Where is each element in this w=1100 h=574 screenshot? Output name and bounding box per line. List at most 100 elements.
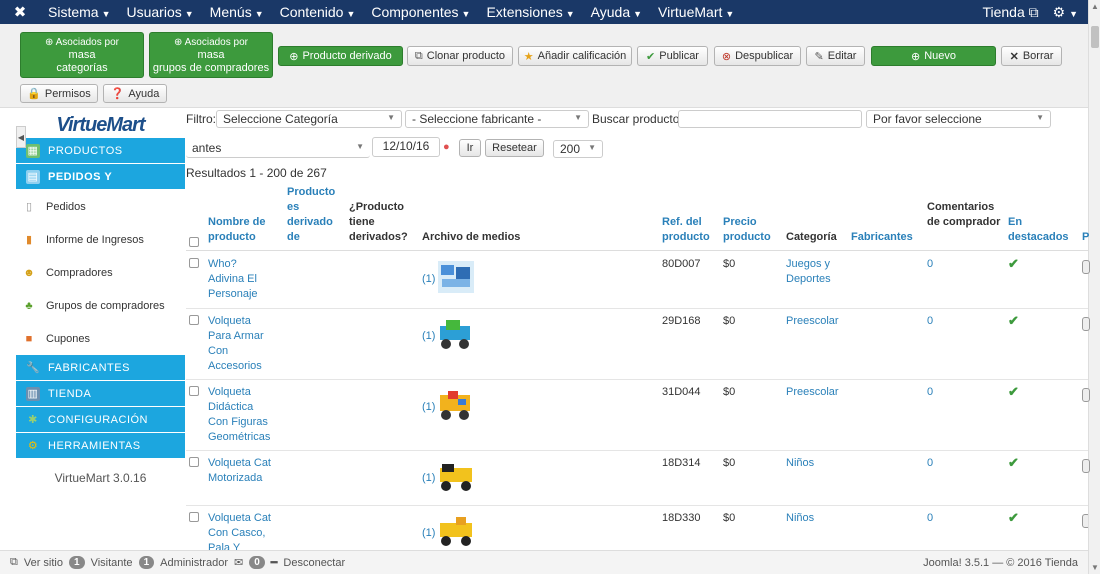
sidebar-item-informe[interactable]: ▮ Informe de Ingresos: [16, 223, 185, 256]
featured-check-icon[interactable]: ✔: [1008, 384, 1019, 399]
product-name-link[interactable]: Volqueta Para Armar Con Accesorios: [208, 314, 272, 374]
unpublish-button[interactable]: ⊗ Despublicar: [714, 46, 801, 66]
product-name-link[interactable]: Volqueta Cat Motorizada: [208, 456, 278, 486]
column-header-next[interactable]: P: [1082, 230, 1089, 245]
menu-componentes[interactable]: Componentes ▼: [363, 4, 478, 20]
product-category-link[interactable]: Preescolar: [786, 385, 846, 400]
comments-count-link[interactable]: 0: [927, 511, 933, 526]
permissions-button[interactable]: 🔒 Permisos: [20, 84, 98, 103]
settings-menu[interactable]: ⚙ ▼: [1053, 4, 1078, 21]
menu-extensiones[interactable]: Extensiones ▼: [478, 4, 582, 20]
media-count[interactable]: (1): [422, 272, 435, 287]
store-link[interactable]: Tienda ⧉: [982, 4, 1038, 21]
menu-usuarios[interactable]: Usuarios ▼: [119, 4, 202, 20]
column-header-destacados[interactable]: En destacados: [1008, 215, 1072, 245]
comments-count-link[interactable]: 0: [927, 456, 933, 471]
row-checkbox[interactable]: [189, 457, 199, 467]
row-checkbox[interactable]: [189, 258, 199, 268]
add-rating-button[interactable]: ★ Añadir calificación: [518, 46, 632, 66]
new-button[interactable]: ⊕ Nuevo: [871, 46, 996, 66]
delete-button[interactable]: ✕ Borrar: [1001, 46, 1062, 66]
menu-virtuemart[interactable]: VirtueMart ▼: [650, 4, 742, 20]
product-thumbnail[interactable]: [436, 456, 476, 496]
sidebar-item-pedidos[interactable]: ▯ Pedidos: [16, 190, 185, 223]
sidebar-toggle-icon[interactable]: ◀: [16, 126, 26, 148]
manufacturer-select[interactable]: - Seleccione fabricante - ▼: [405, 110, 589, 128]
sidebar-section-configuracion[interactable]: ✱ CONFIGURACIÓN: [16, 407, 185, 433]
logout-link[interactable]: Desconectar: [283, 557, 345, 569]
mass-associate-categories-button[interactable]: ⊕ Asociados por masa categorías: [20, 32, 144, 78]
menu-contenido[interactable]: Contenido ▼: [272, 4, 364, 20]
column-header-precio[interactable]: Precio producto: [723, 215, 779, 245]
product-category-link[interactable]: Niños: [786, 456, 846, 471]
toggle-button[interactable]: [1082, 459, 1090, 473]
toggle-button[interactable]: [1082, 388, 1090, 402]
sidebar-section-herramientas[interactable]: ⚙ HERRAMIENTAS: [16, 433, 185, 459]
column-header-nombre[interactable]: Nombre de producto: [208, 215, 272, 245]
media-count[interactable]: (1): [422, 329, 435, 344]
limit-select[interactable]: 200 ▼: [553, 140, 603, 158]
sidebar-item-compradores[interactable]: ☻ Compradores: [16, 256, 185, 289]
product-thumbnail[interactable]: [436, 385, 476, 425]
product-category-link[interactable]: Preescolar: [786, 314, 846, 329]
joomla-logo-icon[interactable]: ✖: [0, 3, 40, 21]
row-checkbox[interactable]: [189, 315, 199, 325]
date-input[interactable]: 12/10/16: [372, 137, 440, 157]
scroll-up-icon[interactable]: ▲: [1091, 2, 1099, 11]
edit-button[interactable]: ✎ Editar: [806, 46, 865, 66]
derived-product-button[interactable]: ⊕ Producto derivado: [278, 46, 403, 66]
view-site-link[interactable]: Ver sitio: [24, 557, 63, 569]
search-input[interactable]: [678, 110, 862, 128]
toggle-button[interactable]: [1082, 514, 1088, 528]
before-after-select[interactable]: antes ▼: [186, 140, 370, 158]
product-name-link[interactable]: Volqueta Cat Con Casco, Pala Y: [208, 511, 278, 550]
page-scrollbar[interactable]: ▲ ▼: [1088, 0, 1100, 574]
help-button[interactable]: ❓ Ayuda: [103, 84, 167, 103]
menu-menus[interactable]: Menús ▼: [202, 4, 272, 20]
comments-count-link[interactable]: 0: [927, 257, 933, 272]
media-count[interactable]: (1): [422, 526, 435, 541]
product-name-link[interactable]: Volqueta Didáctica Con Figuras Geométric…: [208, 385, 272, 445]
sidebar-section-tienda[interactable]: ▥ TIENDA: [16, 381, 185, 407]
sidebar-item-grupos[interactable]: ♣ Grupos de compradores: [16, 289, 185, 322]
column-header-derivado[interactable]: Producto es derivado de: [287, 185, 343, 245]
product-thumbnail[interactable]: [436, 314, 476, 354]
featured-check-icon[interactable]: ✔: [1008, 313, 1019, 328]
reset-button[interactable]: Resetear: [485, 139, 544, 157]
mass-associate-groups-button[interactable]: ⊕ Asociados por masa grupos de comprador…: [149, 32, 273, 78]
scroll-thumb[interactable]: [1091, 26, 1099, 48]
select-all-checkbox[interactable]: [189, 237, 199, 247]
sidebar-section-pedidos[interactable]: ▤ PEDIDOS Y: [16, 164, 185, 190]
category-select[interactable]: Seleccione Categoría ▼: [216, 110, 402, 128]
scroll-down-icon[interactable]: ▼: [1091, 563, 1099, 572]
publish-button[interactable]: ✔ Publicar: [637, 46, 708, 66]
column-header-ref[interactable]: Ref. del producto: [662, 215, 716, 245]
comments-count-link[interactable]: 0: [927, 314, 933, 329]
go-button[interactable]: Ir: [459, 139, 481, 157]
product-thumbnail[interactable]: [436, 257, 476, 297]
toggle-button[interactable]: [1082, 317, 1090, 331]
product-name-link[interactable]: Who? Adivina El Personaje: [208, 257, 272, 302]
row-checkbox[interactable]: [189, 386, 199, 396]
clear-date-icon[interactable]: ●: [443, 141, 450, 153]
featured-check-icon[interactable]: ✔: [1008, 455, 1019, 470]
sidebar-section-productos[interactable]: ▦ PRODUCTOS: [16, 138, 185, 164]
comments-count-link[interactable]: 0: [927, 385, 933, 400]
product-category-link[interactable]: Niños: [786, 511, 846, 526]
product-thumbnail[interactable]: [436, 511, 476, 550]
sidebar-item-cupones[interactable]: ■ Cupones: [16, 322, 185, 355]
sidebar-section-fabricantes[interactable]: 🔧 FABRICANTES: [16, 355, 185, 381]
featured-check-icon[interactable]: ✔: [1008, 510, 1019, 525]
date-filter-select[interactable]: Por favor seleccione ▼: [866, 110, 1051, 128]
featured-check-icon[interactable]: ✔: [1008, 256, 1019, 271]
media-count[interactable]: (1): [422, 471, 435, 486]
media-count[interactable]: (1): [422, 400, 435, 415]
toggle-button[interactable]: [1082, 260, 1090, 274]
message-count-badge[interactable]: 0: [249, 556, 265, 569]
column-header-fabricantes[interactable]: Fabricantes: [851, 230, 913, 245]
row-checkbox[interactable]: [189, 512, 199, 522]
clone-product-button[interactable]: ⧉ Clonar producto: [407, 46, 513, 66]
menu-ayuda[interactable]: Ayuda ▼: [583, 4, 650, 20]
menu-sistema[interactable]: Sistema ▼: [40, 4, 119, 20]
product-category-link[interactable]: Juegos y Deportes: [786, 257, 846, 287]
